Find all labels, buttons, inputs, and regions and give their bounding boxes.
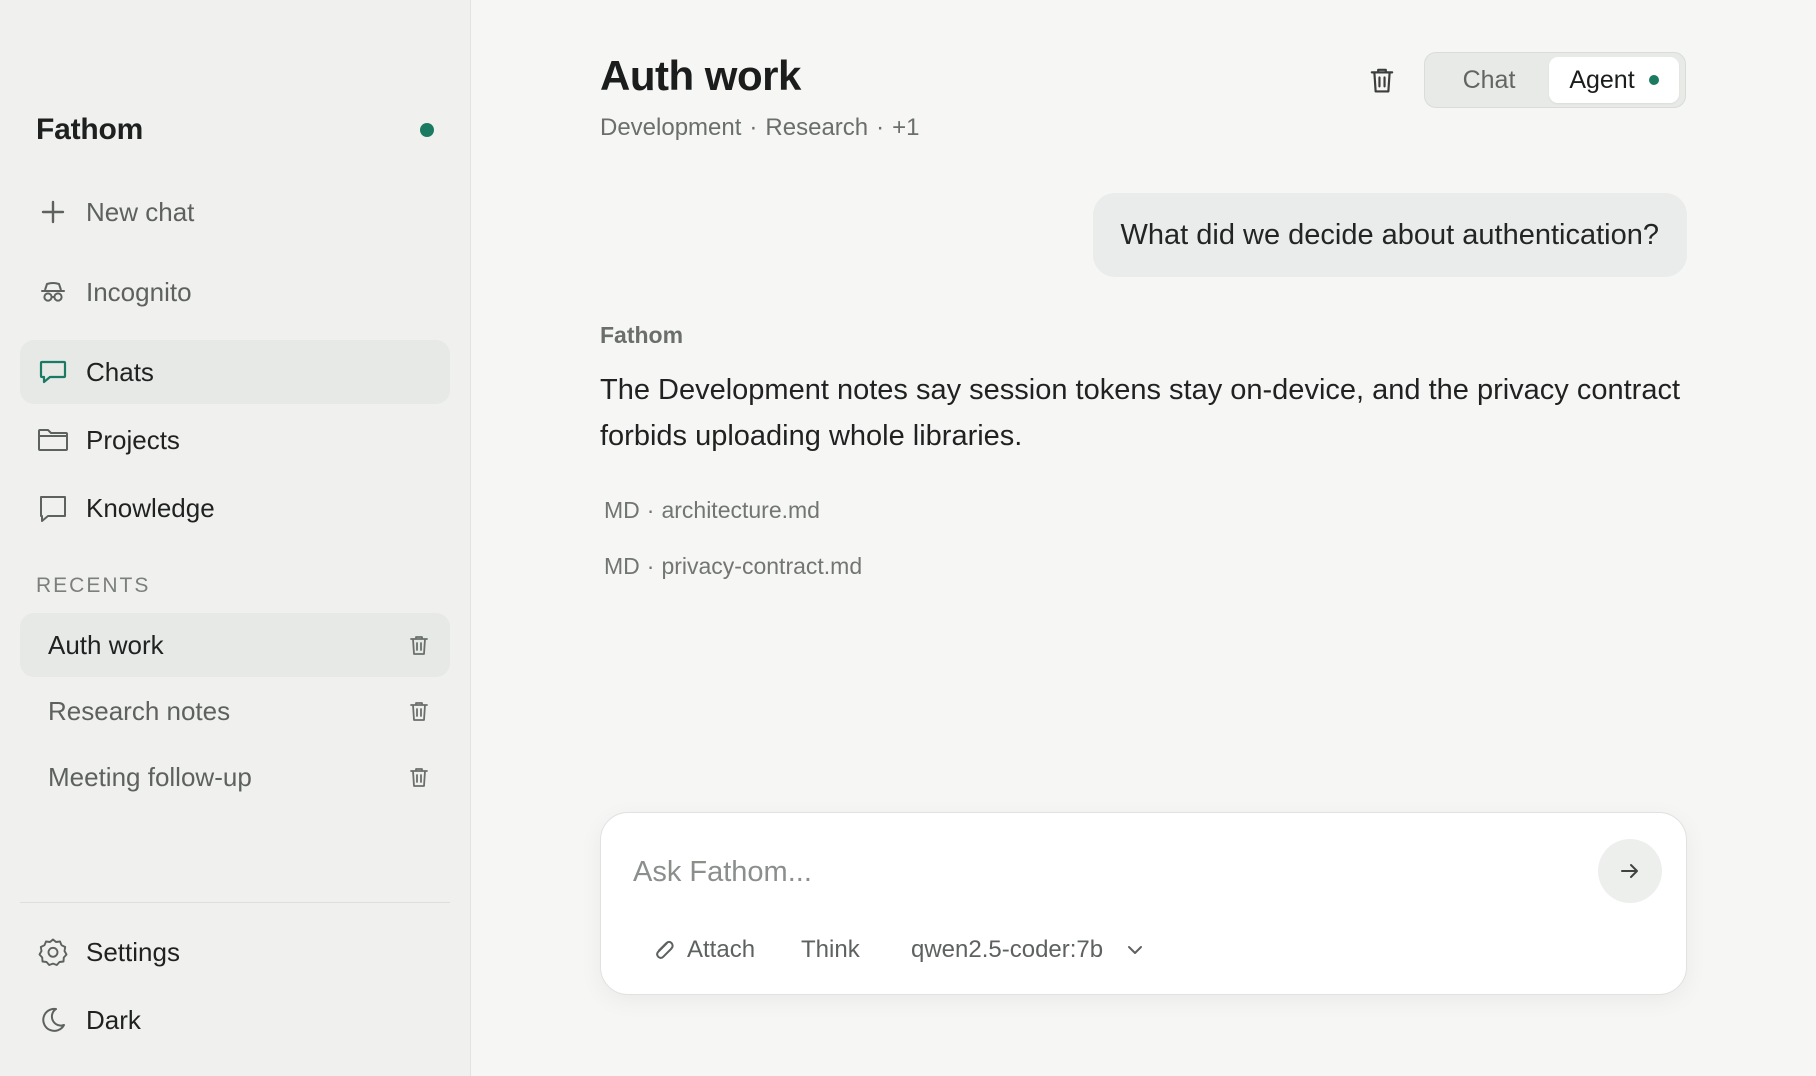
attach-button[interactable]: Attach xyxy=(651,927,755,973)
chat-bubble-icon xyxy=(36,355,70,389)
recent-chat-label: Meeting follow-up xyxy=(48,761,252,792)
sidebar-item-knowledge[interactable]: Knowledge xyxy=(20,476,450,540)
source-type: MD xyxy=(604,497,640,523)
recent-chat-label: Research notes xyxy=(48,695,231,726)
arrow-right-icon xyxy=(1618,859,1642,883)
new-chat-button[interactable]: New chat xyxy=(20,180,450,244)
source-link[interactable]: MD · architecture.md xyxy=(604,497,820,524)
attach-label: Attach xyxy=(687,936,756,963)
chevron-down-icon xyxy=(1125,940,1145,960)
recents-heading: RECENTS xyxy=(36,574,151,597)
source-separator: · xyxy=(646,553,655,579)
source-name: architecture.md xyxy=(661,497,820,523)
source-type: MD xyxy=(604,553,640,579)
assistant-name: Fathom xyxy=(600,322,684,348)
tag[interactable]: Research xyxy=(765,114,868,142)
delete-chat-icon[interactable] xyxy=(1368,66,1396,94)
sidebar-divider xyxy=(20,902,450,903)
sidebar-item-projects[interactable]: Projects xyxy=(20,408,450,472)
mode-agent-button[interactable]: Agent xyxy=(1549,57,1679,103)
settings-label: Settings xyxy=(86,936,180,967)
trash-icon[interactable] xyxy=(408,634,430,656)
think-toggle[interactable]: Think xyxy=(801,927,860,973)
incognito-icon xyxy=(36,275,70,309)
recent-chat-label: Auth work xyxy=(48,629,164,660)
agent-active-dot xyxy=(1648,75,1659,85)
moon-icon xyxy=(36,1003,70,1037)
theme-label: Dark xyxy=(86,1004,141,1035)
tag-separator: · xyxy=(876,114,885,141)
brand-header: Fathom xyxy=(36,110,436,150)
plus-icon xyxy=(36,195,70,229)
page-title: Auth work xyxy=(600,52,801,99)
tag-more[interactable]: +1 xyxy=(892,114,919,142)
incognito-label: Incognito xyxy=(86,276,192,307)
tag-list: Development · Research · +1 xyxy=(600,114,920,142)
send-button[interactable] xyxy=(1598,839,1662,903)
book-icon xyxy=(36,491,70,525)
mode-agent-label: Agent xyxy=(1569,65,1635,94)
model-select[interactable]: qwen2.5-coder:7b xyxy=(911,927,1145,973)
chats-label: Chats xyxy=(86,356,154,387)
think-label: Think xyxy=(801,936,860,963)
folder-icon xyxy=(36,423,70,457)
composer: Attach Think qwen2.5-coder:7b xyxy=(600,812,1687,995)
brand-name: Fathom xyxy=(36,113,144,146)
recent-chat-item[interactable]: Meeting follow-up xyxy=(20,745,450,809)
model-label: qwen2.5-coder:7b xyxy=(911,936,1104,963)
source-link[interactable]: MD · privacy-contract.md xyxy=(604,553,862,580)
sidebar: Fathom New chat Incognito Chats Projects… xyxy=(0,0,471,1076)
status-dot xyxy=(420,123,434,137)
trash-icon[interactable] xyxy=(408,766,430,788)
recent-chat-item[interactable]: Research notes xyxy=(20,679,450,743)
settings-button[interactable]: Settings xyxy=(20,920,450,984)
user-message-text: What did we decide about authentication? xyxy=(1120,218,1659,251)
gear-icon xyxy=(36,935,70,969)
theme-toggle-button[interactable]: Dark xyxy=(20,988,450,1052)
user-message: What did we decide about authentication? xyxy=(1092,193,1687,277)
source-separator: · xyxy=(646,497,655,523)
knowledge-label: Knowledge xyxy=(86,492,215,523)
trash-icon[interactable] xyxy=(408,700,430,722)
paperclip-icon xyxy=(651,937,677,963)
projects-label: Projects xyxy=(86,424,180,455)
message-input[interactable] xyxy=(633,847,1573,897)
tag[interactable]: Development xyxy=(600,114,741,142)
mode-chat-button[interactable]: Chat xyxy=(1429,57,1549,103)
tag-separator: · xyxy=(749,114,758,141)
sidebar-item-chats[interactable]: Chats xyxy=(20,340,450,404)
incognito-button[interactable]: Incognito xyxy=(20,260,450,324)
mode-toggle: Chat Agent xyxy=(1424,52,1686,108)
mode-chat-label: Chat xyxy=(1462,65,1516,94)
assistant-message: The Development notes say session tokens… xyxy=(600,374,1681,452)
source-name: privacy-contract.md xyxy=(661,553,863,579)
new-chat-label: New chat xyxy=(86,196,195,227)
recent-chat-item[interactable]: Auth work xyxy=(20,613,450,677)
